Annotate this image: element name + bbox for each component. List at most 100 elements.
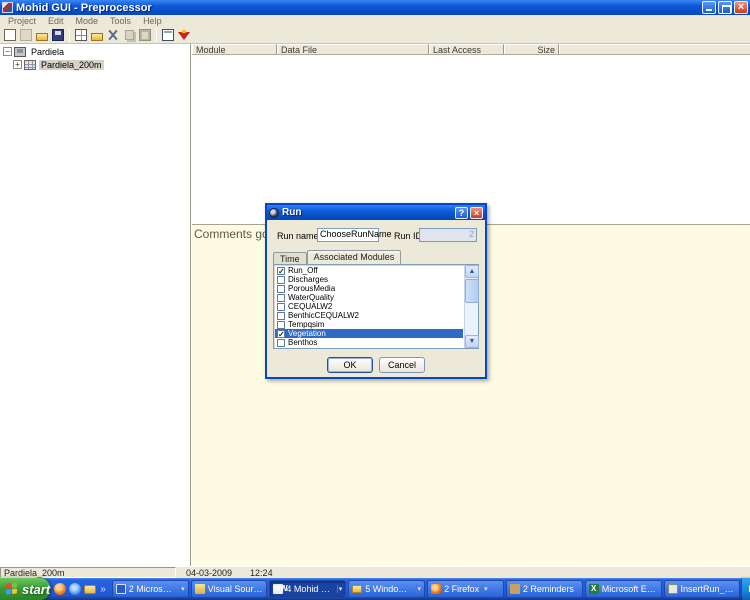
save-button[interactable] xyxy=(50,28,66,43)
module-row-waterquality[interactable]: WaterQuality xyxy=(275,293,463,302)
vegetation-checkbox[interactable]: ✓ xyxy=(277,330,285,338)
scrollbar-thumb[interactable] xyxy=(465,279,479,303)
menu-item-mode[interactable]: Mode xyxy=(70,16,105,26)
benthos-checkbox[interactable] xyxy=(277,339,285,347)
run-name-label: Run name xyxy=(277,231,319,241)
internet-explorer-icon[interactable] xyxy=(69,583,81,595)
taskbar-button-insertrun-2[interactable]: InsertRun_2... xyxy=(664,580,741,598)
module-label: Benthos xyxy=(288,338,317,347)
module-label: Vegetation xyxy=(288,329,326,338)
menu-item-project[interactable]: Project xyxy=(2,16,42,26)
new-file-icon xyxy=(4,29,16,41)
cequalw2-checkbox[interactable] xyxy=(277,303,285,311)
module-row-vegetation[interactable]: ✓Vegetation xyxy=(275,329,463,338)
taskbar-button-2-microsof[interactable]: 2 Microsof...▾ xyxy=(112,580,189,598)
tree-item-label[interactable]: Pardiela xyxy=(29,47,66,57)
module-label: Run_Off xyxy=(288,266,318,275)
tempqsim-checkbox[interactable] xyxy=(277,321,285,329)
collapse-expander-icon[interactable]: − xyxy=(3,47,12,56)
module-row-discharges[interactable]: Discharges xyxy=(275,275,463,284)
module-rows: ✓Run_OffDischargesPorousMediaWaterQualit… xyxy=(275,266,463,347)
ok-button[interactable]: OK xyxy=(327,357,373,373)
cancel-button[interactable]: Cancel xyxy=(379,357,425,373)
insert-run-button[interactable] xyxy=(176,28,192,43)
module-row-porousmedia[interactable]: PorousMedia xyxy=(275,284,463,293)
column-header-module[interactable]: Module xyxy=(192,44,277,54)
column-header-data-file[interactable]: Data File xyxy=(277,44,429,54)
group-dropdown-icon[interactable]: ▾ xyxy=(482,585,488,593)
dialog-close-button[interactable]: × xyxy=(470,207,483,219)
project-windows-button[interactable] xyxy=(73,28,89,43)
project-tree-panel: − Pardiela + Pardiela_200m xyxy=(0,44,191,566)
toolbar xyxy=(0,27,750,44)
taskbar-button-microsoft-excel[interactable]: XMicrosoft Excel xyxy=(585,580,662,598)
taskbar-button-2-reminders[interactable]: 2 Reminders xyxy=(506,580,583,598)
folder-icon[interactable] xyxy=(84,585,96,594)
tree-item-label[interactable]: Pardiela_200m xyxy=(39,60,104,70)
taskbar-button-visual-sourc[interactable]: Visual Sourc... xyxy=(191,580,268,598)
scroll-up-icon[interactable]: ▲ xyxy=(465,265,479,278)
task-label: 2 Firefox xyxy=(444,584,479,594)
grid-node-icon xyxy=(24,60,36,70)
taskbar-button-5-windows[interactable]: 5 Windows...▾ xyxy=(348,580,425,598)
comment-window-button[interactable] xyxy=(160,28,176,43)
toolbar-separator xyxy=(69,29,70,42)
taskbar-button-4-mohid-gui[interactable]: MW4 Mohid GUI▾ xyxy=(269,580,346,598)
run-dialog-body: Run name ChooseRunName Run ID 2 TimeAsso… xyxy=(267,220,485,377)
open-data-folder-icon xyxy=(91,33,103,41)
task-label: 4 Mohid GUI xyxy=(286,584,333,594)
tree-item-pardiela-200m[interactable]: + Pardiela_200m xyxy=(0,59,190,70)
module-row-benthiccequalw2[interactable]: BenthicCEQUALW2 xyxy=(275,311,463,320)
group-dropdown-icon[interactable]: ▾ xyxy=(337,585,343,593)
module-table-header: ModuleData FileLast AccessSize xyxy=(192,44,750,55)
firefox-icon[interactable] xyxy=(54,583,66,595)
tab-time[interactable]: Time xyxy=(273,252,307,264)
paste-button xyxy=(137,28,153,43)
benthiccequalw2-checkbox[interactable] xyxy=(277,312,285,320)
reminder-icon xyxy=(510,584,520,594)
overflow-chevron[interactable]: » xyxy=(100,584,106,595)
menu-item-edit[interactable]: Edit xyxy=(42,16,70,26)
restore-button[interactable] xyxy=(718,1,732,14)
run_off-checkbox[interactable]: ✓ xyxy=(277,267,285,275)
start-button[interactable]: start xyxy=(0,578,50,600)
run-dialog-icon xyxy=(269,208,279,218)
module-row-tempqsim[interactable]: Tempqsim xyxy=(275,320,463,329)
listbox-scrollbar[interactable]: ▲ ▼ xyxy=(464,265,478,348)
column-header-size[interactable]: Size xyxy=(504,44,559,54)
expand-expander-icon[interactable]: + xyxy=(13,60,22,69)
run-dialog-title: Run xyxy=(282,207,453,218)
open-data-folder-button[interactable] xyxy=(89,28,105,43)
project-windows-icon xyxy=(75,29,87,41)
module-row-run_off[interactable]: ✓Run_Off xyxy=(275,266,463,275)
close-button[interactable] xyxy=(734,1,748,14)
help-button[interactable]: ? xyxy=(455,207,468,219)
module-label: Tempqsim xyxy=(288,320,324,329)
menu-item-help[interactable]: Help xyxy=(137,16,168,26)
tab-associated-modules[interactable]: Associated Modules xyxy=(307,250,402,264)
column-header-filler xyxy=(559,44,750,54)
scroll-down-icon[interactable]: ▼ xyxy=(465,335,479,348)
visual-sourcesafe-icon xyxy=(195,584,205,594)
waterquality-checkbox[interactable] xyxy=(277,294,285,302)
module-row-benthos[interactable]: Benthos xyxy=(275,338,463,347)
run-dialog-titlebar[interactable]: Run ? × xyxy=(267,205,485,220)
module-row-cequalw2[interactable]: CEQUALW2 xyxy=(275,302,463,311)
insert-run-icon xyxy=(178,32,190,40)
discharges-checkbox[interactable] xyxy=(277,276,285,284)
cut-button[interactable] xyxy=(105,28,121,43)
excel-icon: X xyxy=(589,584,599,594)
column-header-last-access[interactable]: Last Access xyxy=(429,44,504,54)
tree-item-pardiela[interactable]: − Pardiela xyxy=(0,46,190,57)
new-file-button[interactable] xyxy=(2,28,18,43)
taskbar-button-2-firefox[interactable]: 2 Firefox▾ xyxy=(427,580,504,598)
group-dropdown-icon[interactable]: ▾ xyxy=(416,585,422,593)
group-dropdown-icon[interactable]: ▾ xyxy=(179,585,185,593)
minimize-button[interactable] xyxy=(702,1,716,14)
menu-item-tools[interactable]: Tools xyxy=(104,16,137,26)
task-label: Visual Sourc... xyxy=(208,584,264,594)
open-folder-button[interactable] xyxy=(34,28,50,43)
porousmedia-checkbox[interactable] xyxy=(277,285,285,293)
toolbar-separator xyxy=(156,29,157,42)
run-name-input[interactable]: ChooseRunName xyxy=(317,228,379,242)
